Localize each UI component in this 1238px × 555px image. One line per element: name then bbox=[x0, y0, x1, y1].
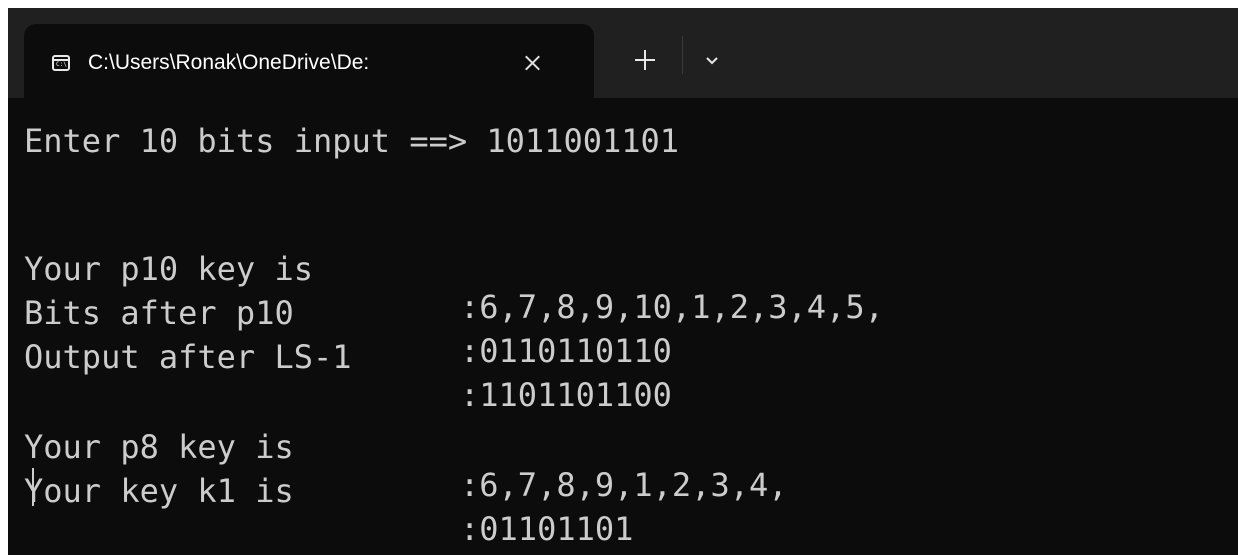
tab-bar: C:\ C:\Users\Ronak\OneDrive\De: bbox=[8, 8, 1238, 98]
prompt-line: Enter 10 bits input ==> 1011001101 bbox=[24, 122, 680, 160]
row-label: Your key k1 is bbox=[24, 472, 294, 510]
row-label: Output after LS-1 bbox=[24, 338, 352, 376]
output-row: Your key k1 is :01101101 bbox=[24, 434, 1124, 548]
output-row: Your p10 key is :6,7,8,9,10,1,2,3,4,5, bbox=[24, 212, 1124, 326]
row-value: :01101101 bbox=[460, 510, 634, 548]
console-icon-text: C:\ bbox=[56, 61, 67, 68]
tab-active[interactable]: C:\ C:\Users\Ronak\OneDrive\De: bbox=[24, 24, 594, 98]
terminal-window: C:\ C:\Users\Ronak\OneDrive\De: Enter 10… bbox=[8, 8, 1238, 555]
output-row: Output after LS-1 :1101101100 bbox=[24, 300, 1124, 414]
tab-title: C:\Users\Ronak\OneDrive\De: bbox=[88, 51, 370, 74]
close-icon[interactable] bbox=[517, 48, 547, 78]
tab-divider bbox=[682, 36, 683, 74]
text-cursor bbox=[32, 468, 34, 506]
chevron-down-icon[interactable] bbox=[701, 50, 723, 72]
output-row: Bits after p10 :0110110110 bbox=[24, 256, 1124, 370]
output-row: Your p8 key is :6,7,8,9,1,2,3,4, bbox=[24, 390, 1124, 504]
terminal-output[interactable]: Enter 10 bits input ==> 1011001101 Your … bbox=[24, 122, 1224, 548]
console-icon: C:\ bbox=[52, 55, 70, 71]
plus-icon[interactable] bbox=[631, 46, 659, 74]
